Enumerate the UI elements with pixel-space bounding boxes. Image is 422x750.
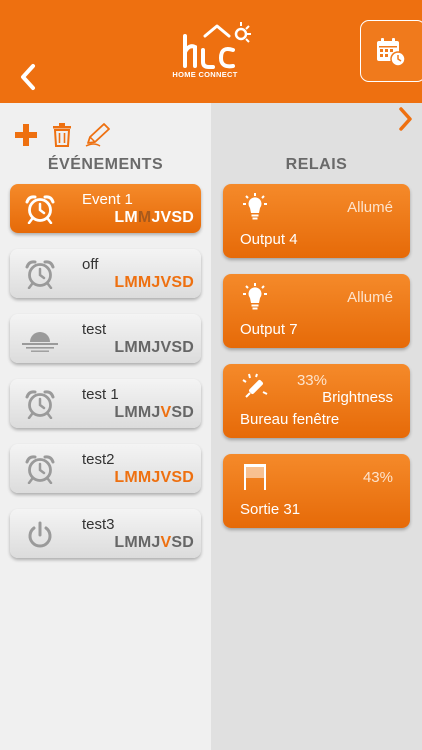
day-letter: S	[171, 274, 183, 291]
relay-item[interactable]: 33% Brightness Bureau fenêtre	[223, 364, 410, 438]
alarm-clock-icon	[25, 390, 55, 419]
event-name: Event 1	[82, 191, 133, 208]
dimmer-light-icon	[242, 373, 268, 398]
day-letter: L	[114, 534, 125, 551]
relay-status: 43%	[362, 469, 393, 486]
app-logo: HOME CONNECT	[165, 14, 255, 84]
day-letter: L	[114, 404, 125, 421]
event-item[interactable]: Event 1 LMMJVSD	[10, 184, 201, 233]
alarm-clock-icon	[25, 260, 55, 289]
day-letter: S	[171, 339, 183, 356]
power-icon	[28, 521, 52, 548]
event-days: LMMJVSD	[114, 469, 194, 487]
day-letter: V	[160, 339, 172, 356]
logo-subtitle: HOME CONNECT	[172, 70, 238, 79]
relays-column-title: RELAIS	[285, 156, 348, 173]
day-letter: D	[182, 469, 194, 486]
day-letter: M	[137, 274, 152, 291]
logo-graphic-icon	[183, 22, 251, 69]
event-days: LMMJVSD	[114, 404, 194, 422]
day-letter: D	[182, 404, 194, 421]
day-letter: M	[124, 404, 138, 421]
day-letter: V	[160, 274, 172, 291]
event-days: LMMJVSD	[114, 209, 194, 227]
relay-name: Output 4	[240, 231, 298, 248]
day-letter: S	[171, 404, 183, 421]
event-item[interactable]: test LMMJVSD	[10, 314, 201, 363]
day-letter: D	[182, 339, 194, 356]
day-letter: L	[114, 274, 125, 291]
day-letter: V	[160, 534, 172, 551]
relay-item[interactable]: 43% Sortie 31	[223, 454, 410, 528]
relay-name: Sortie 31	[240, 501, 301, 518]
relay-name: Output 7	[240, 321, 298, 338]
relay-status: Allumé	[347, 289, 393, 306]
day-letter: M	[137, 469, 152, 486]
relay-status: Allumé	[347, 199, 393, 216]
event-item[interactable]: test2 LMMJVSD	[10, 444, 201, 493]
schedule-button[interactable]	[360, 20, 422, 82]
plus-icon[interactable]	[13, 122, 39, 148]
lightbulb-icon	[243, 283, 267, 310]
day-letter: M	[124, 469, 138, 486]
day-letter: V	[160, 469, 172, 486]
chevron-left-icon[interactable]	[14, 60, 42, 94]
lightbulb-icon	[243, 193, 267, 220]
day-letter: M	[137, 209, 152, 226]
day-letter: L	[114, 469, 125, 486]
trash-icon[interactable]	[51, 122, 73, 148]
event-item[interactable]: test3 LMMJVSD	[10, 509, 201, 558]
day-letter: D	[182, 209, 194, 226]
pencil-icon[interactable]	[84, 122, 112, 148]
event-days: LMMJVSD	[114, 534, 194, 552]
day-letter: V	[160, 404, 172, 421]
alarm-clock-icon	[25, 455, 55, 484]
day-letter: L	[114, 209, 125, 226]
day-letter: M	[124, 274, 138, 291]
event-name: test	[82, 321, 107, 338]
day-letter: M	[137, 534, 152, 551]
day-letter: D	[182, 534, 194, 551]
event-item[interactable]: off LMMJVSD	[10, 249, 201, 298]
day-letter: L	[114, 339, 125, 356]
day-letter: M	[137, 339, 152, 356]
day-letter: D	[182, 274, 194, 291]
event-days: LMMJVSD	[114, 274, 194, 292]
day-letter: M	[124, 534, 138, 551]
events-column-title: ÉVÉNEMENTS	[47, 156, 164, 173]
relay-item[interactable]: Allumé Output 4	[223, 184, 410, 258]
event-name: test 1	[82, 386, 119, 403]
event-name: off	[82, 256, 99, 273]
day-letter: S	[171, 469, 183, 486]
alarm-clock-icon	[25, 195, 55, 224]
day-letter: M	[137, 404, 152, 421]
event-name: test3	[82, 516, 115, 533]
sunset-icon	[22, 332, 58, 352]
day-letter: S	[171, 534, 183, 551]
shutter-icon	[244, 464, 266, 490]
event-item[interactable]: test 1 LMMJVSD	[10, 379, 201, 428]
relay-status: Brightness	[322, 389, 393, 406]
day-letter: M	[124, 339, 138, 356]
app-header: HOME CONNECT	[0, 0, 422, 103]
event-days: LMMJVSD	[114, 339, 194, 357]
chevron-right-icon[interactable]	[396, 106, 414, 132]
relay-item[interactable]: Allumé Output 7	[223, 274, 410, 348]
relay-name: Bureau fenêtre	[240, 411, 340, 428]
day-letter: S	[171, 209, 183, 226]
day-letter: M	[124, 209, 138, 226]
event-name: test2	[82, 451, 115, 468]
day-letter: V	[160, 209, 172, 226]
calendar-clock-icon	[377, 38, 406, 67]
relay-percent: 33%	[296, 372, 327, 389]
